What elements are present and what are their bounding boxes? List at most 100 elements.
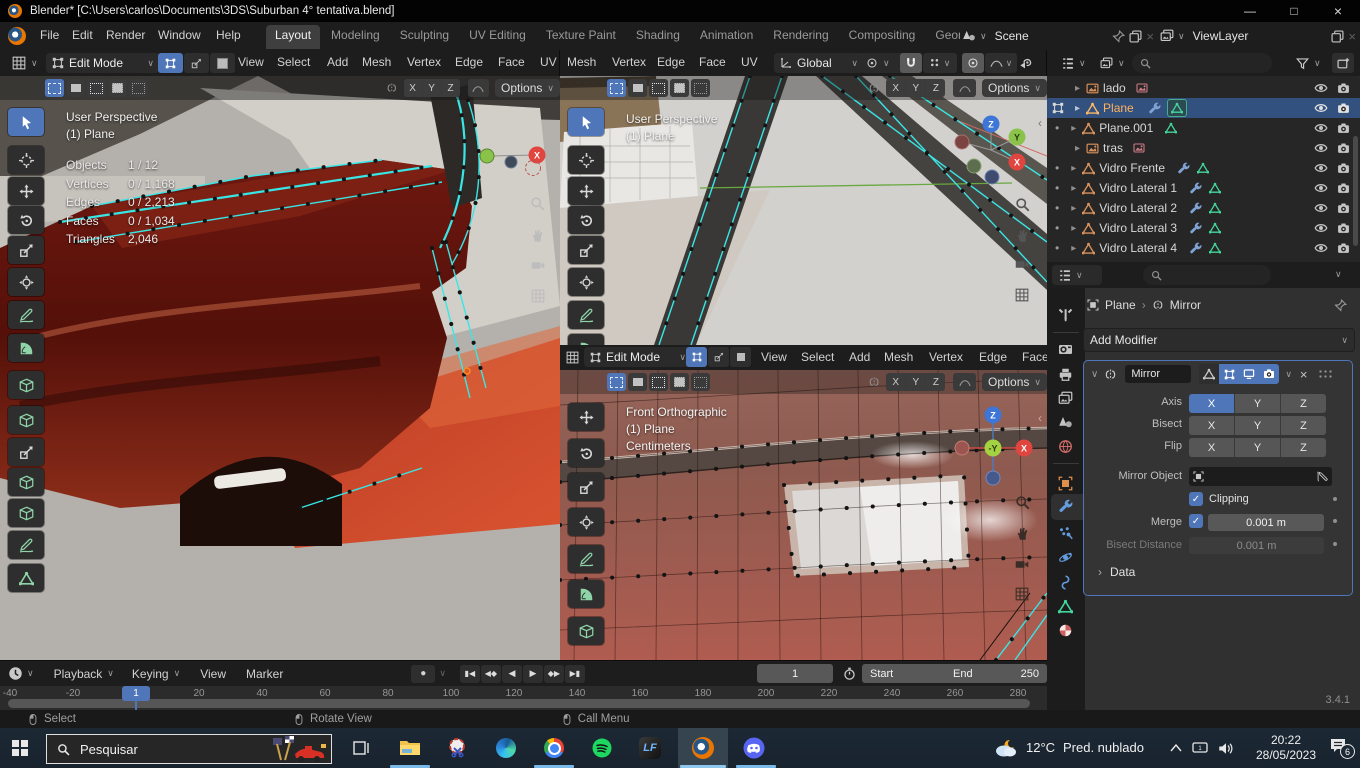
vp3-edge-select[interactable]	[708, 347, 729, 367]
cursor-tool[interactable]	[8, 146, 44, 174]
modifier-realtime-toggle[interactable]	[1239, 364, 1259, 384]
tray-display-icon[interactable]: 1	[1192, 741, 1208, 755]
current-frame-badge[interactable]: 1	[122, 686, 150, 701]
hide-eye-icon[interactable]	[1314, 81, 1328, 95]
annotate-tool[interactable]	[8, 301, 44, 329]
weather-temp[interactable]: 12°C	[1026, 740, 1055, 755]
vp3-options-dropdown[interactable]: Options∨	[982, 373, 1047, 391]
spotify-icon[interactable]	[580, 732, 624, 764]
outliner-row-tras[interactable]: ▸ tras	[1047, 138, 1360, 158]
start-button[interactable]	[12, 740, 28, 756]
vp3-scale-tool[interactable]	[568, 473, 604, 501]
vp2-menu-mesh[interactable]: Mesh	[561, 53, 602, 71]
weather-icon[interactable]	[993, 737, 1019, 759]
render-visibility-icon[interactable]	[1337, 242, 1350, 255]
flip-y-button[interactable]: Y	[1235, 438, 1281, 457]
tab-sculpting[interactable]: Sculpting	[391, 25, 458, 49]
vp3-camera-view-icon[interactable]	[1014, 557, 1030, 572]
delete-viewlayer-icon[interactable]: ×	[1348, 29, 1356, 44]
scale-tool[interactable]	[8, 236, 44, 264]
vp2-select-box-difference[interactable]	[670, 79, 689, 97]
tab-tool[interactable]	[1058, 308, 1073, 323]
bisect-distance-field[interactable]: 0.001 m	[1189, 537, 1324, 554]
flip-z-button[interactable]: Z	[1281, 438, 1326, 457]
menu-window[interactable]: Window	[152, 26, 207, 44]
poly-build-tool[interactable]	[8, 564, 44, 592]
maximize-button[interactable]: □	[1272, 4, 1316, 18]
vp3-mode-dropdown[interactable]: Edit Mode ∨	[584, 347, 692, 367]
add-modifier-dropdown[interactable]: Add Modifier ∨	[1083, 328, 1355, 352]
render-visibility-icon[interactable]	[1337, 142, 1350, 155]
snap-target-dropdown[interactable]: ∨	[923, 53, 957, 73]
vp1-mirror-icon[interactable]	[386, 81, 398, 95]
vp3-menu-edge[interactable]: Edge	[973, 348, 1013, 366]
vp2-menu-vertex[interactable]: Vertex	[606, 53, 652, 71]
merge-animate-dot[interactable]	[1333, 519, 1337, 523]
properties-editor-type[interactable]: ∨	[1052, 265, 1102, 285]
vp2-select-box-subtract[interactable]	[649, 79, 668, 97]
timeline-menu-keying[interactable]: Keying∨	[126, 665, 186, 683]
vp3-move-tool[interactable]	[568, 403, 604, 431]
vp2-move-tool[interactable]	[568, 177, 604, 205]
outliner-row-vidro-lateral-4[interactable]: • ▸ Vidro Lateral 4	[1047, 238, 1360, 258]
tab-rendering[interactable]: Rendering	[764, 25, 837, 49]
vp2-mirror-z[interactable]: Z	[926, 79, 945, 97]
tab-shading[interactable]: Shading	[627, 25, 689, 49]
breadcrumb-object[interactable]: Plane	[1105, 298, 1136, 312]
current-frame-field[interactable]: 1	[757, 664, 833, 683]
vp3-select-box-difference[interactable]	[670, 373, 689, 391]
vp2-menu-uv[interactable]: UV	[735, 53, 764, 71]
timeline-scrollbar[interactable]	[8, 699, 1030, 708]
use-preview-range-icon[interactable]	[843, 667, 856, 680]
inset-faces-tool[interactable]	[8, 438, 44, 466]
timeline-ruler[interactable]: -40 -20 20 40 60 80 100 120 140 160 180 …	[0, 686, 1047, 711]
vp3-mirror-x[interactable]: X	[886, 373, 906, 391]
render-visibility-icon[interactable]	[1337, 202, 1350, 215]
vp2-snap-falloff-button[interactable]	[953, 79, 976, 97]
modifier-extras-dropdown[interactable]: ∨	[1285, 369, 1292, 380]
merge-threshold-field[interactable]: 0.001 m	[1208, 514, 1324, 531]
vp3-face-select[interactable]	[730, 347, 751, 367]
vp3-zoom-icon[interactable]	[1015, 495, 1030, 510]
vp1-snap-falloff-button[interactable]	[468, 79, 489, 97]
vp3-menu-face[interactable]: Face	[1016, 348, 1048, 366]
vp3-menu-vertex[interactable]: Vertex	[923, 348, 969, 366]
modifier-name-field[interactable]: Mirror	[1125, 365, 1191, 383]
menu-edit[interactable]: Edit	[66, 26, 99, 44]
tab-texture-paint[interactable]: Texture Paint	[537, 25, 625, 49]
render-visibility-icon[interactable]	[1337, 162, 1350, 175]
vp3-vertex-select[interactable]	[686, 347, 707, 367]
merge-checkbox[interactable]: ✓	[1189, 514, 1203, 528]
tray-speaker-icon[interactable]	[1218, 741, 1233, 756]
vp2-select-box-intersect[interactable]	[691, 79, 710, 97]
copy-viewlayer-icon[interactable]	[1331, 30, 1344, 43]
transform-orientation-dropdown[interactable]: Global ∨	[774, 53, 864, 73]
vp3-menu-mesh[interactable]: Mesh	[878, 348, 919, 366]
menu-help[interactable]: Help	[210, 26, 247, 44]
render-visibility-icon[interactable]	[1337, 182, 1350, 195]
vp3-transform-tool[interactable]	[568, 508, 604, 536]
delete-scene-icon[interactable]: ×	[1146, 29, 1154, 44]
vp2-menu-edge[interactable]: Edge	[651, 53, 691, 71]
editor-type-button[interactable]: ∨	[6, 53, 44, 73]
bisect-x-button[interactable]: X	[1189, 416, 1235, 435]
data-subpanel[interactable]: › Data	[1098, 565, 1135, 579]
vp2-ortho-grid-icon[interactable]	[1015, 288, 1029, 302]
tab-output[interactable]	[1058, 367, 1073, 382]
hide-eye-icon[interactable]	[1314, 121, 1328, 135]
vp2-camera-view-icon[interactable]	[1014, 257, 1030, 272]
loop-cut-tool[interactable]	[8, 499, 44, 527]
timeline-menu-playback[interactable]: Playback∨	[48, 665, 120, 683]
vertex-select-button[interactable]	[158, 53, 183, 73]
viewlayer-dropdown-icon[interactable]: ∨	[1178, 31, 1185, 42]
vp1-zoom-icon[interactable]	[530, 196, 545, 211]
modifier-render-toggle[interactable]	[1259, 364, 1279, 384]
timeline-menu-view[interactable]: View	[194, 665, 232, 683]
outliner-row-plane[interactable]: ▸ Plane	[1047, 98, 1360, 118]
mode-dropdown[interactable]: Edit Mode ∨	[46, 53, 160, 73]
vp2-mirror-x[interactable]: X	[886, 79, 906, 97]
vp3-menu-add[interactable]: Add	[843, 348, 876, 366]
render-visibility-icon[interactable]	[1337, 122, 1350, 135]
select-box-intersect-button[interactable]	[129, 79, 148, 97]
axis-y-button[interactable]: Y	[1235, 394, 1281, 413]
